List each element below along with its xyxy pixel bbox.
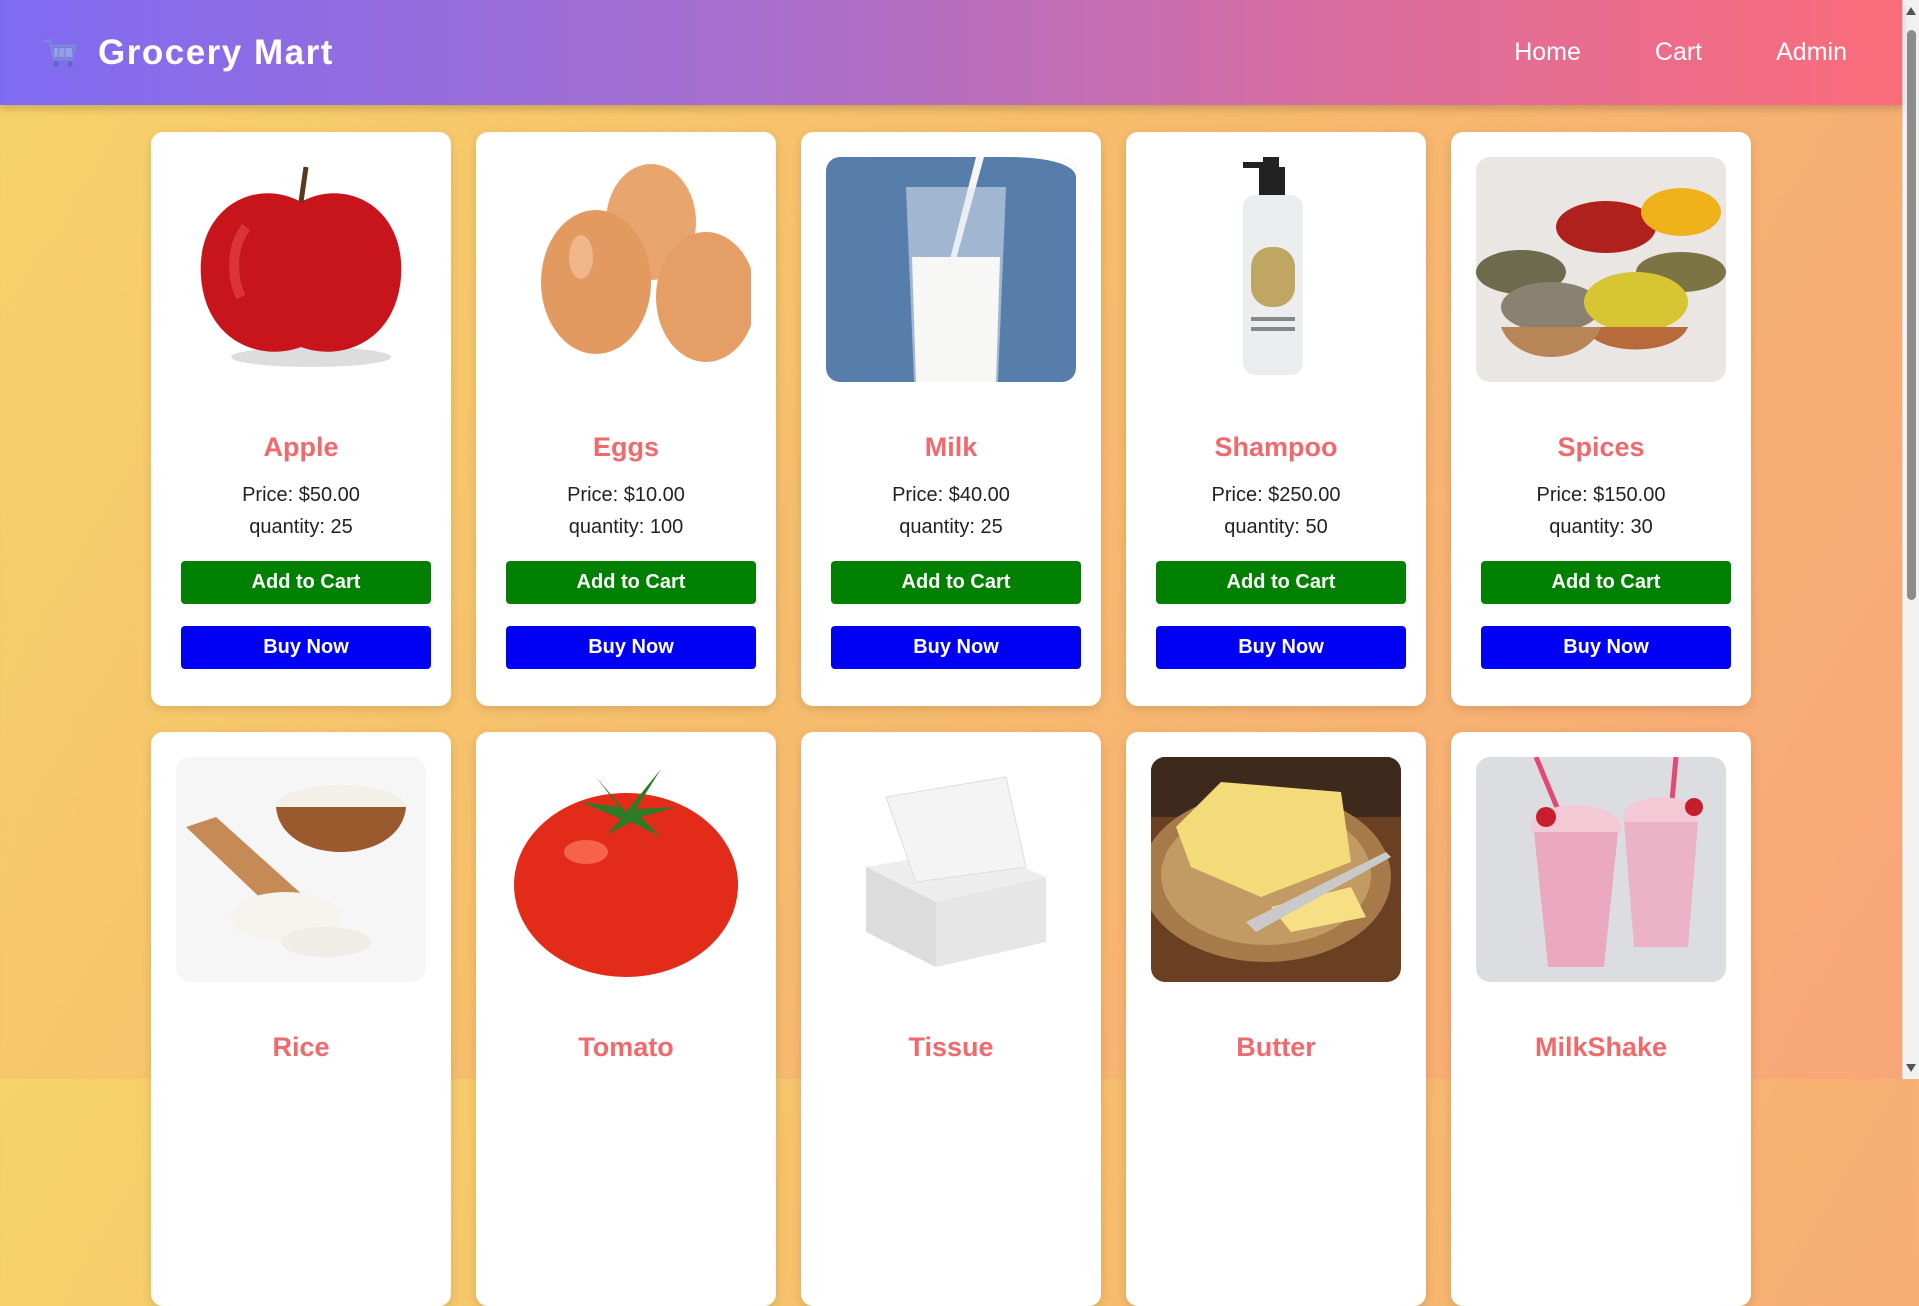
product-card: Eggs Price: $10.00 quantity: 100 Add to … [476,132,776,706]
product-name: Tomato [578,1032,674,1062]
buy-now-button[interactable]: Buy Now [1481,626,1731,669]
product-card: Tissue [801,732,1101,1306]
tissue-box-image [826,757,1076,982]
product-name: Spices [1557,432,1645,462]
product-quantity: quantity: 100 [568,516,684,538]
buy-now-button[interactable]: Buy Now [831,626,1081,669]
product-card: Apple Price: $50.00 quantity: 25 Add to … [151,132,451,706]
page-scrollbar[interactable] [1902,0,1919,1079]
product-card: Tomato [476,732,776,1306]
product-name: Butter [1236,1032,1316,1062]
product-name: Milk [924,432,978,462]
add-to-cart-button[interactable]: Add to Cart [181,561,431,604]
product-price: Price: $150.00 [1536,484,1666,506]
shampoo-bottle-image [1151,157,1401,382]
product-card: Milk Price: $40.00 quantity: 25 Add to C… [801,132,1101,706]
product-name: Apple [263,432,339,462]
brand[interactable]: Grocery Mart [40,33,334,73]
product-price: Price: $10.00 [567,484,685,506]
buy-now-button[interactable]: Buy Now [1156,626,1406,669]
product-card: Shampoo Price: $250.00 quantity: 50 Add … [1126,132,1426,706]
add-to-cart-button[interactable]: Add to Cart [831,561,1081,604]
product-quantity: quantity: 25 [899,516,1003,538]
rice-bowl-image [176,757,426,982]
main-nav: Home Cart Admin [1514,38,1847,67]
product-name: Rice [272,1032,330,1062]
product-quantity: quantity: 25 [249,516,353,538]
product-price: Price: $50.00 [242,484,360,506]
eggs-image [501,157,751,382]
tomato-image [501,757,751,982]
buy-now-button[interactable]: Buy Now [506,626,756,669]
scroll-up-arrow-icon[interactable] [1906,7,1916,15]
add-to-cart-button[interactable]: Add to Cart [506,561,756,604]
nav-cart-link[interactable]: Cart [1655,38,1702,67]
product-quantity: quantity: 50 [1224,516,1328,538]
milkshake-glasses-image [1476,757,1726,982]
spice-bowls-image [1476,157,1726,382]
product-name: Eggs [592,432,659,462]
product-name: Tissue [908,1032,994,1062]
product-name: MilkShake [1534,1032,1668,1062]
add-to-cart-button[interactable]: Add to Cart [1481,561,1731,604]
brand-title: Grocery Mart [98,32,334,72]
nav-home-link[interactable]: Home [1514,38,1581,67]
product-grid: Apple Price: $50.00 quantity: 25 Add to … [151,132,1751,1306]
apple-image [176,157,426,382]
product-quantity: quantity: 30 [1549,516,1653,538]
add-to-cart-button[interactable]: Add to Cart [1156,561,1406,604]
nav-admin-link[interactable]: Admin [1776,38,1847,67]
scroll-down-arrow-icon[interactable] [1906,1064,1916,1072]
shopping-cart-icon [40,33,80,73]
product-card: Butter [1126,732,1426,1306]
scrollbar-thumb[interactable] [1907,30,1916,600]
navbar: Grocery Mart Home Cart Admin [0,0,1902,105]
product-card: Spices Price: $150.00 quantity: 30 Add t… [1451,132,1751,706]
buy-now-button[interactable]: Buy Now [181,626,431,669]
butter-plate-image [1151,757,1401,982]
product-name: Shampoo [1214,432,1338,462]
product-card: Rice [151,732,451,1306]
product-price: Price: $250.00 [1211,484,1341,506]
product-price: Price: $40.00 [892,484,1010,506]
product-card: MilkShake [1451,732,1751,1306]
milk-glass-image [826,157,1076,382]
